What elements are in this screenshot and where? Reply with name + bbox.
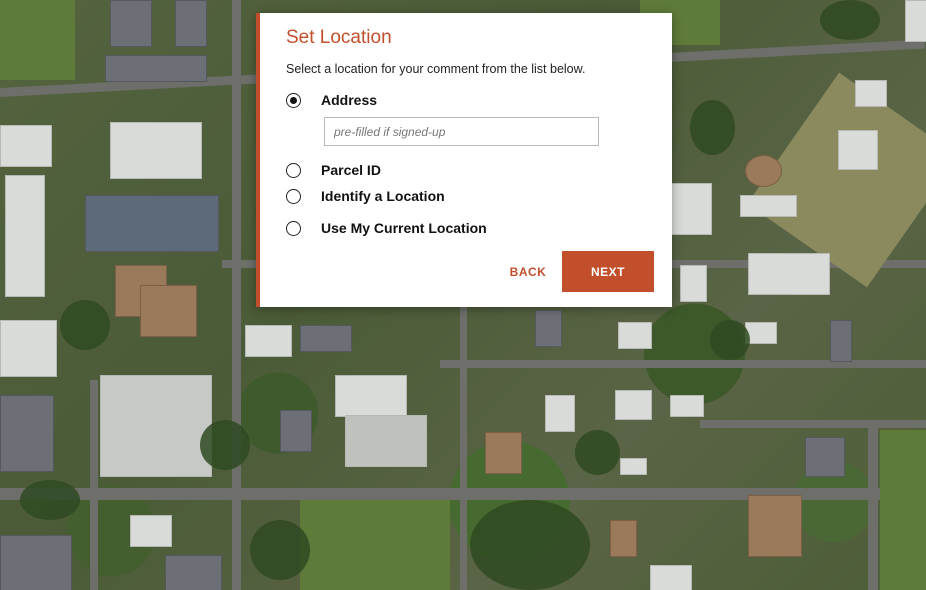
map-building bbox=[0, 535, 72, 590]
map-park bbox=[0, 0, 75, 80]
map-building bbox=[650, 565, 692, 590]
map-road bbox=[460, 300, 467, 590]
set-location-dialog: Set Location Select a location for your … bbox=[256, 13, 672, 307]
map-building bbox=[545, 395, 575, 432]
option-parcel-id[interactable]: Parcel ID bbox=[286, 162, 381, 178]
map-trees bbox=[820, 0, 880, 40]
option-parcel-id-label: Parcel ID bbox=[321, 162, 381, 178]
radio-current-location[interactable] bbox=[286, 220, 301, 236]
map-building bbox=[0, 125, 52, 167]
map-building bbox=[620, 458, 647, 475]
map-building bbox=[748, 495, 802, 557]
option-identify-location-label: Identify a Location bbox=[321, 188, 445, 204]
option-current-location-label: Use My Current Location bbox=[321, 220, 487, 236]
map-building bbox=[300, 325, 352, 352]
map-building bbox=[175, 0, 207, 47]
map-building bbox=[615, 390, 652, 420]
map-trees bbox=[470, 500, 590, 590]
map-building bbox=[140, 285, 197, 337]
map-building bbox=[748, 253, 830, 295]
radio-selected-dot bbox=[290, 96, 297, 104]
map-building bbox=[680, 265, 707, 302]
map-building bbox=[670, 183, 712, 235]
map-trees bbox=[575, 430, 620, 475]
map-building bbox=[0, 395, 54, 472]
map-building bbox=[740, 195, 797, 217]
map-trees bbox=[250, 520, 310, 580]
map-building bbox=[905, 0, 926, 42]
map-building bbox=[105, 55, 207, 82]
map-building bbox=[535, 310, 562, 347]
map-building bbox=[85, 195, 219, 252]
radio-parcel-id[interactable] bbox=[286, 162, 301, 178]
map-building bbox=[855, 80, 887, 107]
map-building bbox=[100, 375, 212, 477]
map-building bbox=[110, 122, 202, 179]
map-building bbox=[280, 410, 312, 452]
radio-identify-location[interactable] bbox=[286, 188, 301, 204]
dialog-title: Set Location bbox=[286, 27, 392, 48]
map-road bbox=[90, 380, 98, 590]
map-building bbox=[0, 320, 57, 377]
map-building bbox=[345, 415, 427, 467]
map-building bbox=[805, 437, 845, 477]
option-current-location[interactable]: Use My Current Location bbox=[286, 220, 487, 236]
map-building bbox=[830, 320, 852, 362]
map-trees bbox=[690, 100, 735, 155]
option-identify-location[interactable]: Identify a Location bbox=[286, 188, 445, 204]
map-building bbox=[618, 322, 652, 349]
option-address[interactable]: Address bbox=[286, 92, 377, 108]
dialog-instructions: Select a location for your comment from … bbox=[286, 62, 586, 76]
map-building bbox=[130, 515, 172, 547]
map-trees bbox=[710, 320, 750, 360]
map-road bbox=[440, 360, 926, 368]
map-road bbox=[232, 0, 241, 590]
map-building bbox=[670, 395, 704, 417]
map-building bbox=[245, 325, 292, 357]
map-trees bbox=[20, 480, 80, 520]
map-building bbox=[485, 432, 522, 474]
map-building bbox=[745, 155, 782, 187]
map-building bbox=[838, 130, 878, 170]
map-trees bbox=[60, 300, 110, 350]
map-trees bbox=[200, 420, 250, 470]
map-building bbox=[610, 520, 637, 557]
map-park bbox=[880, 430, 926, 590]
back-button[interactable]: BACK bbox=[502, 260, 554, 284]
option-address-label: Address bbox=[321, 92, 378, 108]
map-park bbox=[300, 500, 450, 590]
map-building bbox=[335, 375, 407, 417]
map-road bbox=[868, 420, 878, 590]
map-building bbox=[5, 175, 45, 297]
map-building bbox=[110, 0, 152, 47]
map-road bbox=[700, 420, 926, 428]
map-building bbox=[165, 555, 222, 590]
next-button[interactable]: NEXT bbox=[562, 251, 654, 292]
address-input[interactable] bbox=[324, 117, 599, 146]
radio-address[interactable] bbox=[286, 92, 301, 108]
